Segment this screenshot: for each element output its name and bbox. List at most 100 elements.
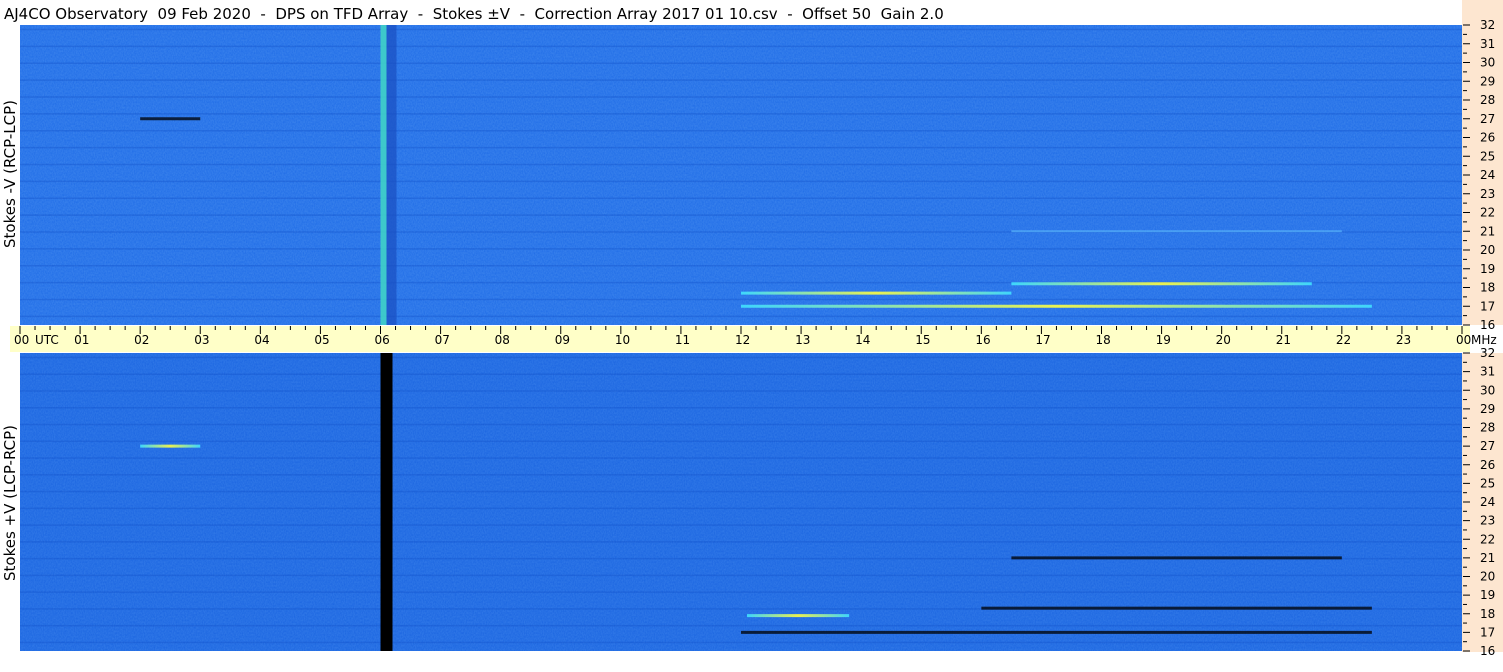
striation xyxy=(20,407,1462,409)
striation xyxy=(20,624,1462,627)
freq-tick-label: 18 xyxy=(1480,281,1495,295)
freq-tick-label: 17 xyxy=(1480,625,1495,639)
time-tick-label: 07 xyxy=(435,333,450,347)
time-tick-label: 08 xyxy=(495,333,510,347)
vertical-band xyxy=(380,353,393,651)
striation xyxy=(20,457,1462,459)
emission-band xyxy=(741,630,1372,634)
freq-tick-label: 22 xyxy=(1480,206,1495,220)
time-tick-label: 16 xyxy=(975,333,990,347)
freq-tick-label: 27 xyxy=(1480,112,1495,126)
freq-tick-label: 22 xyxy=(1480,532,1495,546)
time-tick-label: 00 xyxy=(1456,333,1471,347)
emission-band xyxy=(1011,282,1312,286)
freq-tick-label: 18 xyxy=(1480,607,1495,621)
panel-noise xyxy=(20,353,1462,651)
freq-tick-label: 17 xyxy=(1480,299,1495,313)
freq-tick-label: 24 xyxy=(1480,168,1495,182)
time-tick-label: 15 xyxy=(915,333,930,347)
freq-tick-label: 32 xyxy=(1480,18,1495,32)
striation xyxy=(20,248,1462,250)
striation xyxy=(20,641,1462,644)
freq-tick-label: 32 xyxy=(1480,346,1495,360)
freq-tick-label: 31 xyxy=(1480,37,1495,51)
time-tick-label: 06 xyxy=(375,333,390,347)
freq-tick-label: 28 xyxy=(1480,93,1495,107)
striation xyxy=(20,373,1462,375)
striation xyxy=(20,197,1462,199)
striation xyxy=(20,423,1462,426)
striation xyxy=(20,298,1462,301)
emission-band xyxy=(741,291,1012,295)
freq-tick-label: 29 xyxy=(1480,402,1495,416)
striation xyxy=(20,507,1462,510)
spectrogram-panel-0 xyxy=(20,25,1462,325)
time-tick-label: 14 xyxy=(855,333,870,347)
freq-unit-label: MHz xyxy=(1471,333,1497,347)
top-panel-ylabel: Stokes -V (RCP-LCP) xyxy=(1,100,19,248)
freq-tick-label: 16 xyxy=(1480,644,1495,658)
emission-band xyxy=(140,444,201,448)
striation xyxy=(20,574,1462,577)
striation xyxy=(20,130,1462,132)
striation xyxy=(20,146,1462,149)
striation xyxy=(20,390,1462,392)
freq-tick-label: 23 xyxy=(1480,187,1495,201)
striation xyxy=(20,541,1462,543)
time-tick-label: 23 xyxy=(1396,333,1411,347)
emission-band xyxy=(741,304,1372,308)
freq-tick-label: 24 xyxy=(1480,495,1495,509)
emission-band xyxy=(1011,230,1342,233)
striation xyxy=(20,440,1462,443)
freq-tick-label: 20 xyxy=(1480,243,1495,257)
time-tick-label: 09 xyxy=(555,333,570,347)
striation xyxy=(20,96,1462,98)
bottom-panel-ylabel: Stokes +V (LCP-RCP) xyxy=(1,425,19,581)
striation xyxy=(20,356,1462,359)
emission-band xyxy=(1011,556,1342,560)
freq-tick-label: 16 xyxy=(1480,318,1495,332)
striation xyxy=(20,45,1462,48)
freq-tick-label: 26 xyxy=(1480,131,1495,145)
emission-band xyxy=(747,614,850,618)
time-tick-label: 18 xyxy=(1096,333,1111,347)
spectrogram-panel-1 xyxy=(20,353,1462,651)
striation xyxy=(20,265,1462,267)
time-tick-label: 05 xyxy=(314,333,329,347)
freq-tick-label: 27 xyxy=(1480,439,1495,453)
striation xyxy=(20,180,1462,183)
striation xyxy=(20,79,1462,81)
time-tick-label: 01 xyxy=(74,333,89,347)
striation xyxy=(20,62,1462,64)
time-tick-label: 10 xyxy=(615,333,630,347)
striation xyxy=(20,113,1462,115)
striation xyxy=(20,591,1462,593)
striation xyxy=(20,524,1462,526)
striation xyxy=(20,214,1462,216)
vertical-band-shadow xyxy=(386,25,397,325)
time-tick-label: 19 xyxy=(1156,333,1171,347)
time-tick-label: 21 xyxy=(1276,333,1291,347)
freq-tick-label: 20 xyxy=(1480,570,1495,584)
freq-tick-label: 29 xyxy=(1480,74,1495,88)
panel-noise xyxy=(20,25,1462,325)
time-tick-label: 00 xyxy=(14,333,29,347)
striation xyxy=(20,474,1462,476)
emission-band xyxy=(140,117,201,121)
freq-tick-label: 19 xyxy=(1480,588,1495,602)
freq-tick-label: 28 xyxy=(1480,421,1495,435)
freq-tick-label: 26 xyxy=(1480,458,1495,472)
time-tick-label: 13 xyxy=(795,333,810,347)
time-tick-label: 20 xyxy=(1216,333,1231,347)
striation xyxy=(20,490,1462,493)
freq-tick-label: 23 xyxy=(1480,514,1495,528)
freq-tick-label: 30 xyxy=(1480,383,1495,397)
freq-tick-label: 30 xyxy=(1480,56,1495,70)
time-tick-label: 22 xyxy=(1336,333,1351,347)
time-tick-label: 04 xyxy=(254,333,269,347)
emission-band xyxy=(981,606,1372,610)
freq-tick-label: 21 xyxy=(1480,551,1495,565)
striation xyxy=(20,163,1462,166)
freq-tick-label: 25 xyxy=(1480,476,1495,490)
time-unit-label: UTC xyxy=(35,333,59,347)
